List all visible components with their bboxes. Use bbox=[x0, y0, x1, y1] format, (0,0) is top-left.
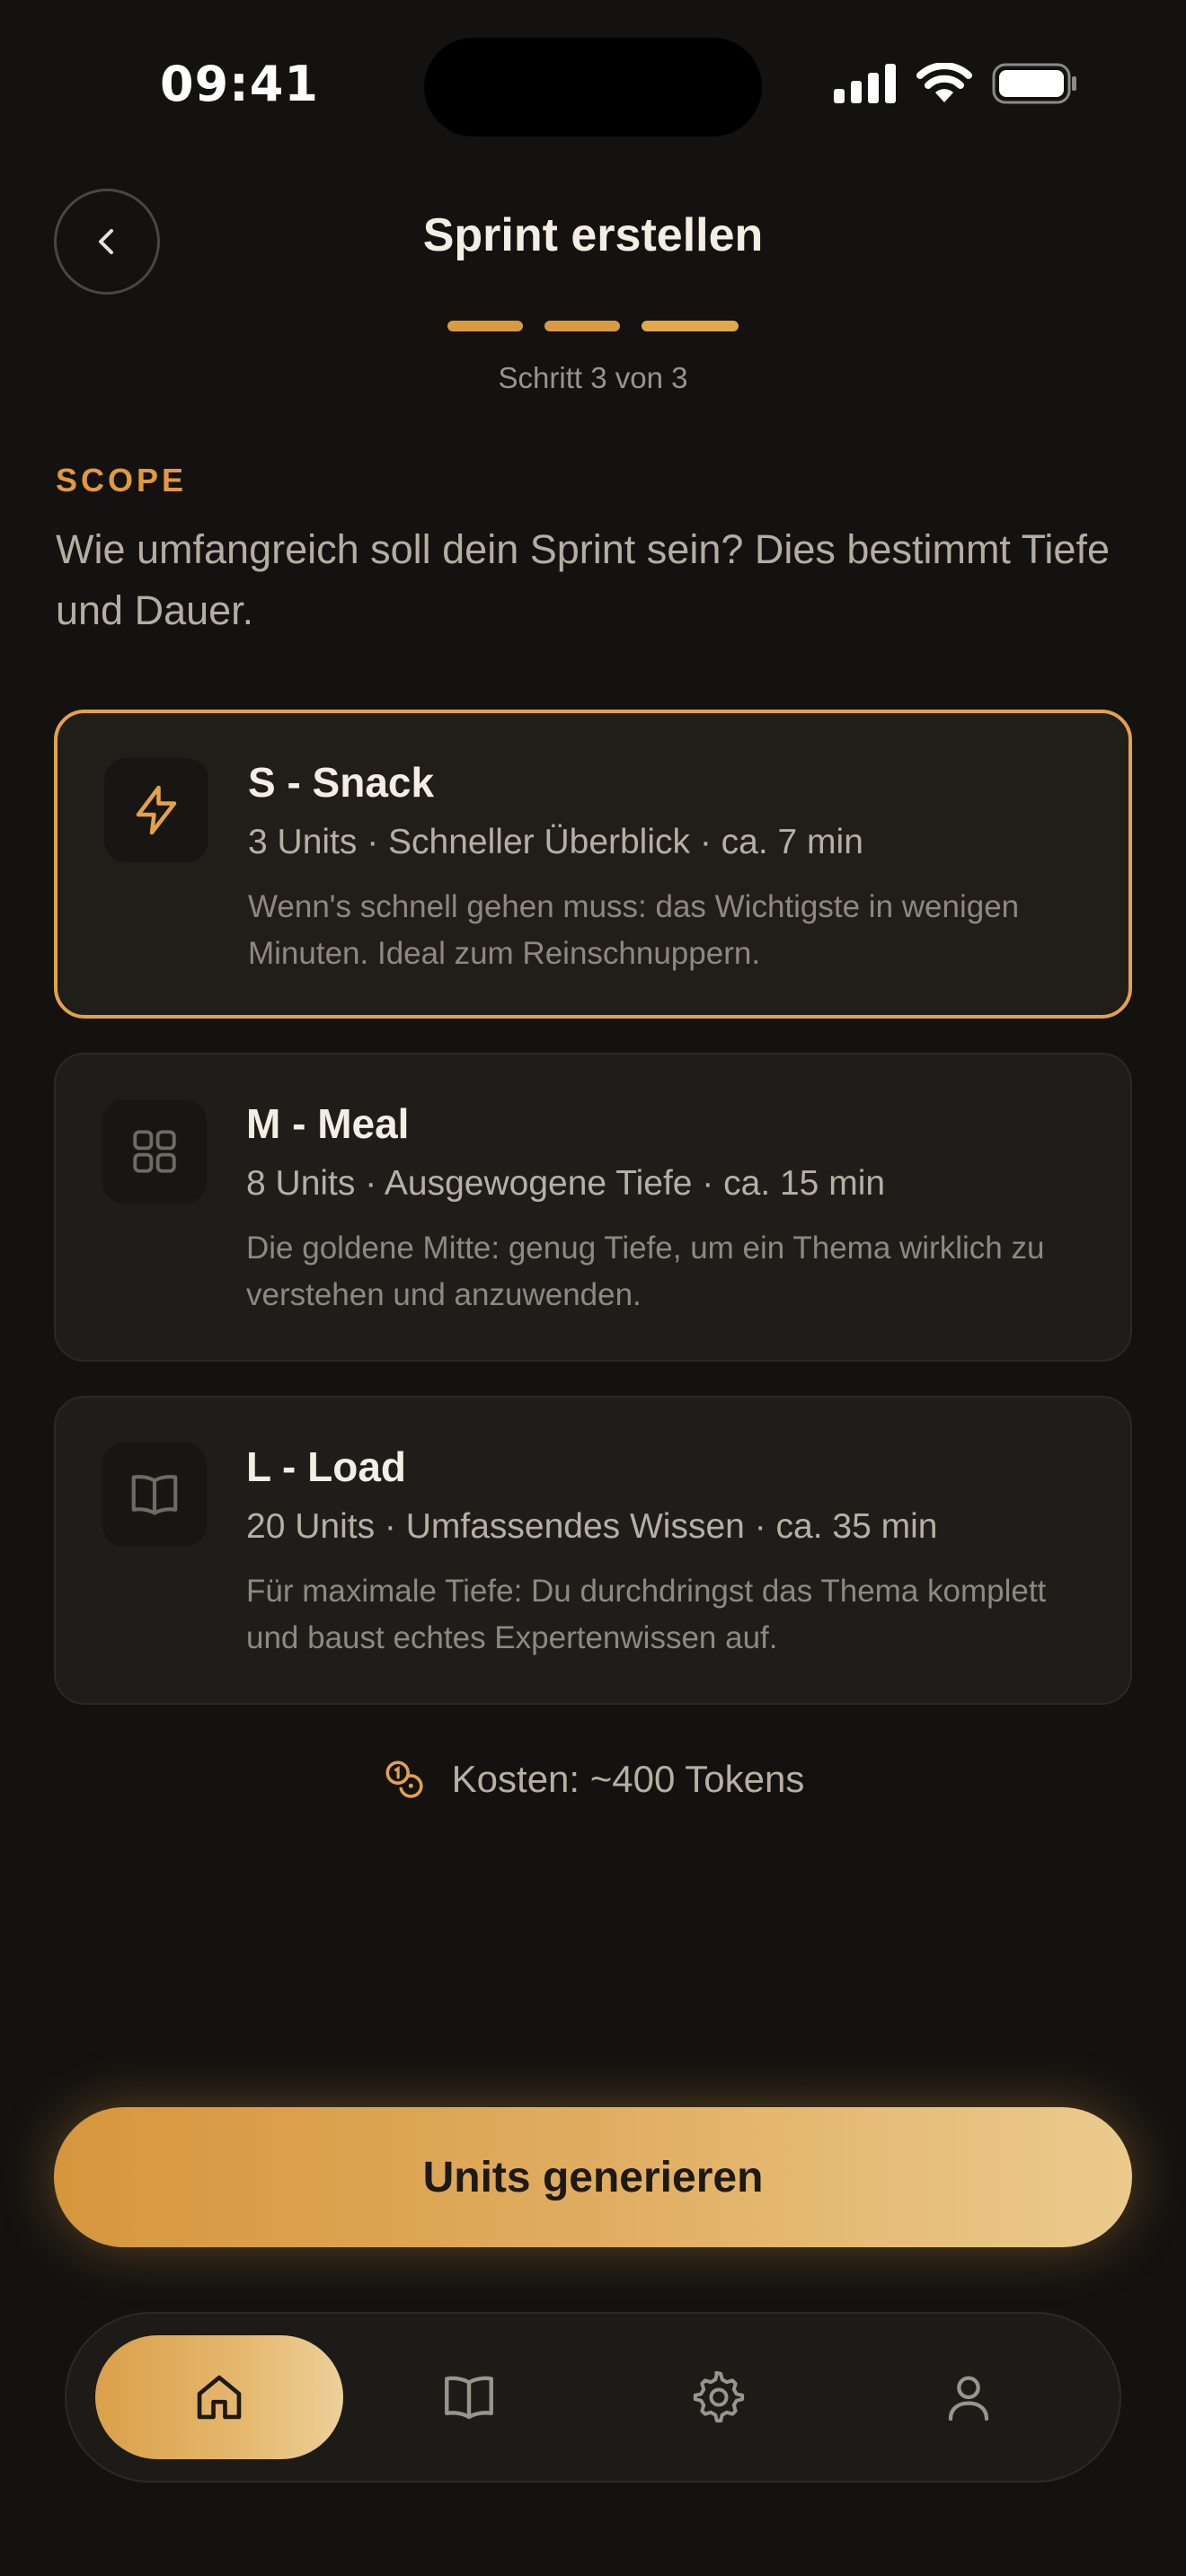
option-card-meal[interactable]: M - Meal 8 Units · Ausgewogene Tiefe · c… bbox=[54, 1053, 1132, 1362]
nav-item-home[interactable] bbox=[95, 2335, 343, 2459]
option-meta: 8 Units · Ausgewogene Tiefe · ca. 15 min bbox=[246, 1164, 886, 1203]
home-icon bbox=[197, 2375, 242, 2420]
progress-step-2 bbox=[544, 321, 620, 331]
option-card-snack[interactable]: S - Snack 3 Units · Schneller Überblick … bbox=[54, 710, 1132, 1019]
page-title: Sprint erstellen bbox=[422, 209, 764, 261]
progress-steps bbox=[0, 321, 1186, 331]
gear-icon bbox=[693, 2370, 745, 2423]
option-meta: 3 Units · Schneller Überblick · ca. 7 mi… bbox=[248, 823, 863, 861]
option-card-load[interactable]: L - Load 20 Units · Umfassendes Wissen ·… bbox=[54, 1396, 1132, 1705]
status-bar: 09:41 bbox=[0, 0, 1186, 171]
option-title: M - Meal bbox=[246, 1100, 410, 1147]
coins-icon bbox=[385, 1760, 423, 1798]
option-icon-box bbox=[102, 1099, 207, 1204]
progress-step-3 bbox=[642, 321, 739, 331]
option-description: Die goldene Mitte: genug Tiefe, um ein T… bbox=[246, 1231, 1045, 1312]
battery-icon bbox=[992, 63, 1076, 104]
option-title: L - Load bbox=[246, 1443, 407, 1490]
step-label: Schritt 3 von 3 bbox=[498, 361, 688, 394]
bottom-nav bbox=[65, 2312, 1121, 2483]
signal-icon bbox=[834, 64, 896, 103]
cost-text: Kosten: ~400 Tokens bbox=[451, 1758, 805, 1800]
option-description: Für maximale Tiefe: Du durchdringst das … bbox=[246, 1574, 1047, 1655]
book-icon bbox=[131, 1475, 178, 1515]
nav-item-library[interactable] bbox=[345, 2335, 593, 2459]
option-meta: 20 Units · Umfassendes Wissen · ca. 35 m… bbox=[246, 1507, 938, 1546]
user-icon bbox=[948, 2376, 989, 2422]
cost-line: Kosten: ~400 Tokens bbox=[0, 1757, 1186, 1802]
dynamic-island bbox=[424, 38, 762, 137]
section-description: Wie umfangreich soll dein Sprint sein? D… bbox=[56, 526, 1110, 633]
option-icon-box bbox=[104, 758, 208, 862]
generate-units-button[interactable]: Units generieren bbox=[54, 2107, 1132, 2247]
option-icon-box bbox=[102, 1442, 207, 1547]
option-description: Wenn's schnell gehen muss: das Wichtigst… bbox=[248, 889, 1020, 971]
nav-item-profile[interactable] bbox=[845, 2335, 1093, 2459]
wifi-icon bbox=[916, 63, 972, 102]
status-time: 09:41 bbox=[160, 56, 319, 112]
nav-item-settings[interactable] bbox=[595, 2335, 843, 2459]
book-icon bbox=[445, 2376, 493, 2420]
option-title: S - Snack bbox=[248, 759, 435, 806]
grid-icon bbox=[133, 1130, 176, 1173]
lightning-icon bbox=[136, 785, 177, 835]
progress-step-1 bbox=[447, 321, 523, 331]
section-label: SCOPE bbox=[56, 462, 188, 498]
status-icons bbox=[834, 63, 1078, 104]
